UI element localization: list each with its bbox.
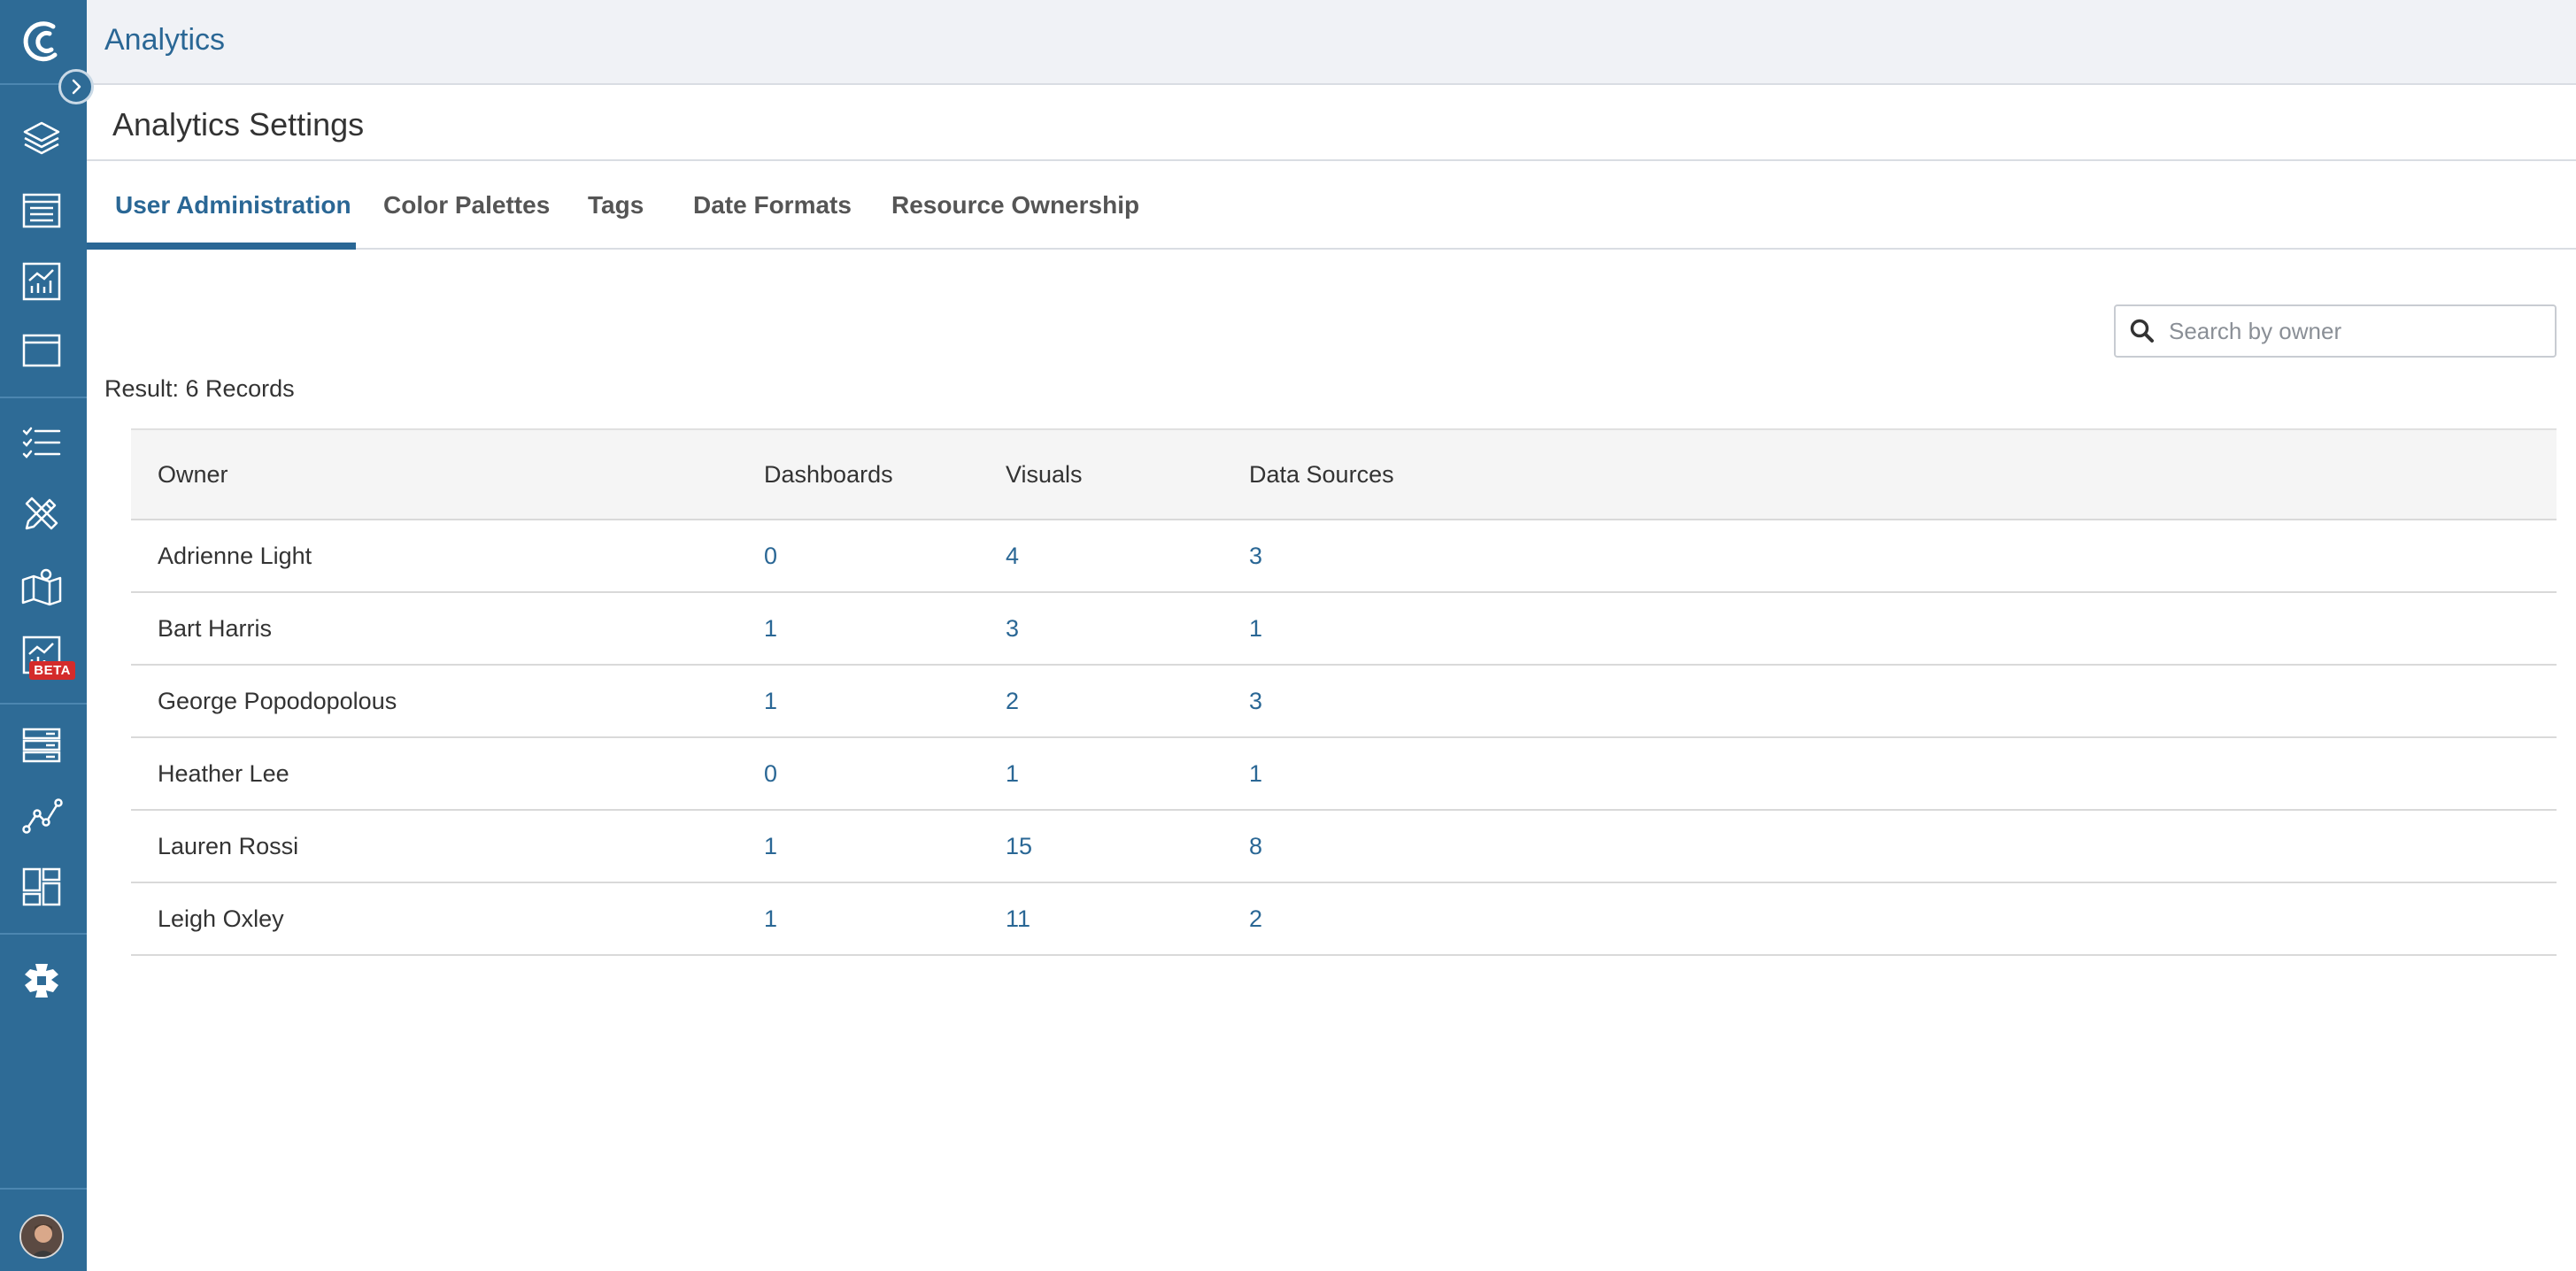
sidebar-divider <box>0 397 87 398</box>
table-row: Leigh Oxley 1 11 2 <box>131 883 2557 956</box>
column-header-owner[interactable]: Owner <box>158 430 228 519</box>
owner-name: George Popodopolous <box>158 687 397 714</box>
beta-badge: BETA <box>29 661 75 680</box>
top-bar: Analytics <box>87 0 2576 85</box>
sidebar: BETA <box>0 0 87 1271</box>
result-count: Result: 6 Records <box>104 375 295 402</box>
owner-name: Lauren Rossi <box>158 832 299 859</box>
storage-icon[interactable] <box>17 720 66 770</box>
table-header: Owner Dashboards Visuals Data Sources <box>131 428 2557 520</box>
tab-color-palettes[interactable]: Color Palettes <box>383 161 550 250</box>
sidebar-divider <box>0 1188 87 1190</box>
dashboards-count-link[interactable]: 0 <box>764 738 777 809</box>
sidebar-divider <box>0 703 87 705</box>
design-tools-icon[interactable] <box>17 489 66 538</box>
checklist-icon[interactable] <box>17 418 66 467</box>
active-tab-indicator <box>87 243 356 250</box>
column-header-dashboards[interactable]: Dashboards <box>764 430 893 519</box>
visuals-count-link[interactable]: 1 <box>1006 738 1019 809</box>
dashboards-count-link[interactable]: 0 <box>764 520 777 591</box>
owners-table: Owner Dashboards Visuals Data Sources Ad… <box>131 428 2557 956</box>
map-icon[interactable] <box>17 561 66 611</box>
table-row: George Popodopolous 1 2 3 <box>131 666 2557 738</box>
data-sources-count-link[interactable]: 1 <box>1249 738 1262 809</box>
dashboards-count-link[interactable]: 1 <box>764 811 777 882</box>
visuals-count-link[interactable]: 3 <box>1006 593 1019 664</box>
layers-icon[interactable] <box>17 113 66 163</box>
data-sources-count-link[interactable]: 3 <box>1249 520 1262 591</box>
owner-name: Bart Harris <box>158 614 273 642</box>
page-title: Analytics Settings <box>112 106 365 143</box>
visuals-count-link[interactable]: 2 <box>1006 666 1019 736</box>
search-box[interactable] <box>2114 304 2557 358</box>
table-row: Lauren Rossi 1 15 8 <box>131 811 2557 883</box>
dashboards-count-link[interactable]: 1 <box>764 593 777 664</box>
beta-chart-icon[interactable]: BETA <box>17 630 75 680</box>
dashboard-grid-icon[interactable] <box>17 862 66 912</box>
data-sources-count-link[interactable]: 3 <box>1249 666 1262 736</box>
visuals-count-link[interactable]: 4 <box>1006 520 1019 591</box>
puzzle-icon[interactable] <box>17 956 66 1005</box>
avatar[interactable] <box>19 1214 64 1259</box>
tab-user-administration[interactable]: User Administration <box>115 161 351 250</box>
path-icon[interactable] <box>17 791 66 841</box>
table-icon[interactable] <box>17 186 66 235</box>
chevron-right-icon <box>72 79 81 95</box>
app-title: Analytics <box>104 23 226 57</box>
owner-name: Leigh Oxley <box>158 905 284 932</box>
dashboards-count-link[interactable]: 1 <box>764 883 777 954</box>
data-sources-count-link[interactable]: 8 <box>1249 811 1262 882</box>
tab-tags[interactable]: Tags <box>588 161 644 250</box>
visuals-count-link[interactable]: 11 <box>1006 883 1030 954</box>
table-row: Bart Harris 1 3 1 <box>131 593 2557 666</box>
column-header-visuals[interactable]: Visuals <box>1006 430 1083 519</box>
column-header-data-sources[interactable]: Data Sources <box>1249 430 1394 519</box>
sidebar-divider <box>0 933 87 935</box>
owner-name: Heather Lee <box>158 759 289 787</box>
tab-bar: User Administration Color Palettes Tags … <box>87 161 2576 250</box>
table-row: Adrienne Light 0 4 3 <box>131 520 2557 593</box>
chart-icon[interactable] <box>17 257 66 306</box>
table-row: Heather Lee 0 1 1 <box>131 738 2557 811</box>
tab-date-formats[interactable]: Date Formats <box>693 161 852 250</box>
search-icon <box>2116 306 2169 356</box>
data-sources-count-link[interactable]: 2 <box>1249 883 1262 954</box>
tab-resource-ownership[interactable]: Resource Ownership <box>891 161 1139 250</box>
search-input[interactable] <box>2169 317 2541 345</box>
window-icon[interactable] <box>17 326 66 375</box>
owner-name: Adrienne Light <box>158 542 312 569</box>
dashboards-count-link[interactable]: 1 <box>764 666 777 736</box>
visuals-count-link[interactable]: 15 <box>1006 811 1032 882</box>
data-sources-count-link[interactable]: 1 <box>1249 593 1262 664</box>
expand-sidebar-button[interactable] <box>58 69 94 104</box>
